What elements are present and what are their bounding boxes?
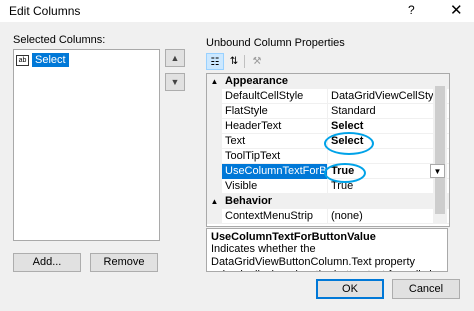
move-up-button[interactable]: ▲ [165, 49, 185, 67]
property-row-visible[interactable]: Visible True [207, 179, 449, 194]
property-name: DefaultCellStyle [222, 89, 328, 104]
property-name: Text [222, 134, 328, 149]
property-row-contextmenustrip[interactable]: ContextMenuStrip (none) [207, 209, 449, 224]
categorized-icon: ☷ [210, 57, 220, 68]
description-text: Indicates whether the DataGridViewButton… [211, 243, 438, 271]
property-row-defaultcellstyle[interactable]: DefaultCellStyle DataGridViewCellStyle {… [207, 89, 449, 104]
annotation-circle-value [324, 163, 366, 183]
close-button[interactable]: ✕ [450, 1, 463, 19]
toolbar-divider [244, 55, 245, 68]
dropdown-arrow-button[interactable]: ▼ [430, 164, 445, 178]
scrollbar-thumb[interactable] [435, 86, 445, 214]
properties-label: Unbound Column Properties [206, 37, 345, 49]
property-value[interactable]: Standard [329, 104, 434, 119]
alphabetical-icon: ⇅ [229, 56, 239, 67]
category-row-behavior[interactable]: ▲ Behavior [207, 194, 449, 209]
list-item-label: Select [32, 53, 69, 67]
button-column-icon: ab [16, 54, 29, 66]
selected-columns-label: Selected Columns: [13, 34, 106, 46]
description-title: UseColumnTextForButtonValue [211, 231, 376, 243]
property-name: HeaderText [222, 119, 328, 134]
move-down-button[interactable]: ▼ [165, 73, 185, 91]
collapse-icon[interactable]: ▲ [207, 194, 222, 209]
selected-columns-list[interactable]: ab Select [13, 49, 160, 241]
collapse-icon[interactable]: ▲ [207, 74, 222, 89]
property-name: Visible [222, 179, 328, 194]
window-title: Edit Columns [9, 4, 81, 18]
alphabetical-button[interactable]: ⇅ [225, 53, 243, 70]
property-name: ContextMenuStrip [222, 209, 328, 224]
cancel-button[interactable]: Cancel [392, 279, 460, 299]
property-row-tooltiptext[interactable]: ToolTipText [207, 149, 449, 164]
list-item[interactable]: ab Select [16, 53, 69, 67]
category-row-appearance[interactable]: ▲ Appearance [207, 74, 449, 89]
wrench-icon: ⚒ [252, 56, 262, 67]
remove-button[interactable]: Remove [90, 253, 158, 272]
arrow-up-icon: ▲ [170, 53, 180, 63]
chevron-down-icon: ▼ [433, 167, 442, 176]
add-button[interactable]: Add... [13, 253, 81, 272]
property-value[interactable]: (none) [329, 209, 434, 224]
property-row-headertext[interactable]: HeaderText Select [207, 119, 449, 134]
property-pages-button[interactable]: ⚒ [248, 53, 266, 70]
help-button[interactable]: ? [408, 3, 415, 17]
category-label: Appearance [225, 75, 288, 87]
arrow-down-icon: ▼ [170, 77, 180, 87]
ok-button[interactable]: OK [316, 279, 384, 299]
property-row-flatstyle[interactable]: FlatStyle Standard [207, 104, 449, 119]
property-name: UseColumnTextForButt [222, 164, 328, 179]
property-value[interactable]: DataGridViewCellStyle { Alig [329, 89, 434, 104]
property-name: FlatStyle [222, 104, 328, 119]
categorized-button[interactable]: ☷ [206, 53, 224, 70]
property-description: UseColumnTextForButtonValue Indicates wh… [206, 228, 448, 272]
annotation-circle-text [324, 132, 374, 155]
category-label: Behavior [225, 195, 273, 207]
property-name: ToolTipText [222, 149, 328, 164]
